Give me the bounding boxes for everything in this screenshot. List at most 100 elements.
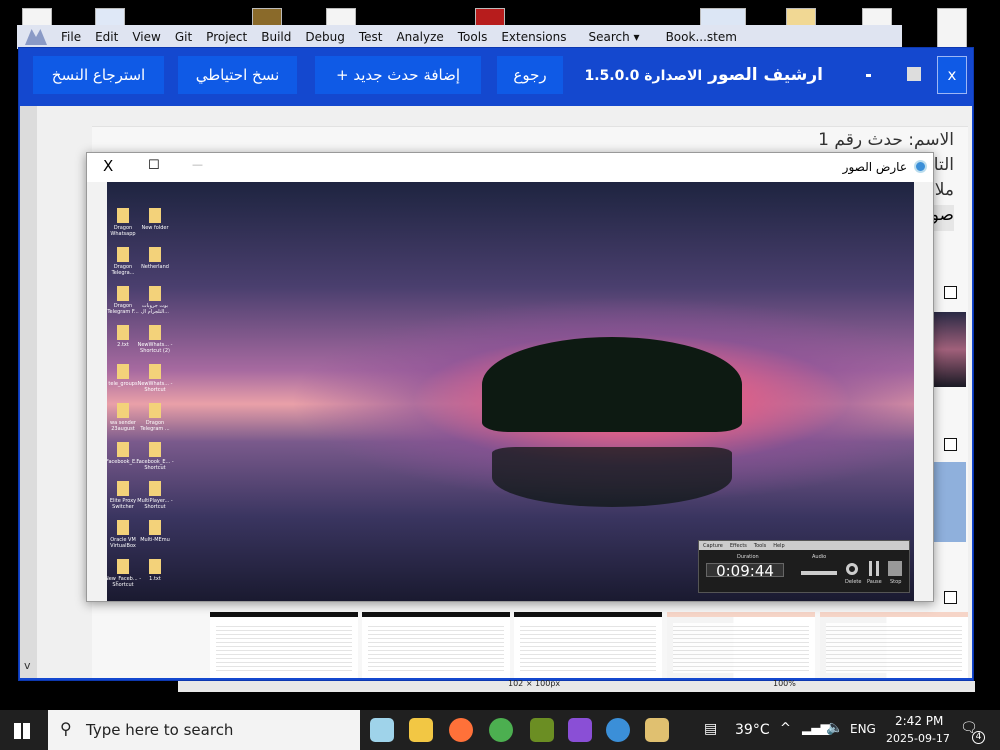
icon-label: NewWhats... - Shortcut: [137, 381, 173, 393]
photo-checkbox[interactable]: [944, 438, 957, 451]
photo-thumbnail[interactable]: [934, 312, 966, 387]
file-icon: [117, 247, 129, 262]
icon-label: بوت جروبات التلجرام ال...: [141, 303, 169, 315]
icon-label: Dragon Telegra...: [111, 264, 135, 276]
file-icon[interactable]: [937, 8, 967, 48]
vs-menu-analyze[interactable]: Analyze: [396, 30, 443, 44]
photo-strip-thumbnail[interactable]: [362, 612, 510, 678]
icon-label: Dragon Telegram ...: [140, 420, 170, 432]
vs-menu-test[interactable]: Test: [359, 30, 383, 44]
photo-strip-thumbnail[interactable]: [820, 612, 968, 678]
add-event-button[interactable]: + إضافة حدث جديد: [315, 56, 481, 94]
notepad-icon[interactable]: [370, 718, 394, 742]
maximize-button[interactable]: [907, 67, 921, 81]
pause-button[interactable]: Pause: [867, 579, 882, 585]
photo-strip-thumbnail[interactable]: [210, 612, 358, 678]
scroll-down-arrow[interactable]: v: [24, 659, 31, 672]
pause-icon[interactable]: [869, 561, 879, 576]
backup-button[interactable]: نسخ احتياطي: [178, 56, 297, 94]
icon-label: Dragon Telegram F...: [107, 303, 139, 315]
vs-menu-project[interactable]: Project: [206, 30, 247, 44]
firefox-icon[interactable]: [449, 718, 473, 742]
image-desktop-icon: MultiPlayer... - Shortcut: [135, 481, 175, 510]
vs-menu-extensions[interactable]: Extensions: [501, 30, 566, 44]
chrome-icon[interactable]: [489, 718, 513, 742]
stop-button[interactable]: Stop: [890, 579, 901, 585]
clock-date[interactable]: 2025-09-17: [886, 732, 950, 745]
viewer-app-icon: [914, 160, 927, 173]
delete-button[interactable]: Delete: [845, 579, 861, 585]
screen-recorder-widget: Capture Effects Tools Help Duration 0:09…: [698, 540, 910, 593]
vs-menu-edit[interactable]: Edit: [95, 30, 118, 44]
show-hidden-icons-chevron-icon[interactable]: ^: [780, 721, 791, 736]
photo-strip-thumbnail[interactable]: [514, 612, 662, 678]
vertical-scrollbar[interactable]: v: [20, 106, 37, 678]
file-icon: [117, 520, 129, 535]
minimize-button[interactable]: [866, 74, 871, 77]
event-date-label: التا: [933, 155, 954, 175]
vs-menu-view[interactable]: View: [132, 30, 160, 44]
viewer-maximize-button[interactable]: ☐: [148, 158, 160, 173]
image-viewer-window: X ☐ — عارض الصور This PCTelegramDataDrag…: [86, 152, 934, 602]
displayed-image: This PCTelegramDataDragon WhatsappNew fo…: [107, 182, 914, 601]
file-icon: [149, 442, 161, 457]
image-desktop-icon: Facebook_E... - Shortcut: [135, 442, 175, 471]
recorder-menu-tools[interactable]: Tools: [754, 543, 766, 549]
icon-label: Oracle VM VirtualBox: [110, 537, 136, 549]
recorder-menu-capture[interactable]: Capture: [703, 543, 723, 549]
viewer-close-button[interactable]: X: [103, 157, 113, 175]
photo-strip-thumbnail[interactable]: [667, 612, 815, 678]
search-placeholder: Type here to search: [86, 721, 234, 739]
photo-archive-app-icon[interactable]: [606, 718, 630, 742]
file-icon: [149, 403, 161, 418]
duration-value: 0:09:44: [706, 563, 784, 579]
vs-menu-tools[interactable]: Tools: [458, 30, 488, 44]
icon-label: New folder: [141, 225, 169, 231]
weather-temperature[interactable]: 39°C: [735, 722, 770, 738]
vs-menu-file[interactable]: File: [61, 30, 81, 44]
vs-search[interactable]: Search ▾: [589, 30, 640, 44]
vs-menu-git[interactable]: Git: [175, 30, 192, 44]
viewer-minimize-button[interactable]: —: [192, 158, 203, 171]
image-desktop-icon: NewWhats... - Shortcut: [135, 364, 175, 393]
icon-label: Multi-MEmu: [140, 537, 170, 543]
windows-start-icon[interactable]: [14, 723, 30, 739]
file-icon: [149, 520, 161, 535]
audio-label: Audio: [812, 554, 827, 560]
photo-checkbox[interactable]: [944, 591, 957, 604]
app-title: ارشيف الصور الاصدارة 1.5.0.0: [584, 65, 823, 85]
stop-icon[interactable]: [888, 561, 902, 576]
file-icon: [149, 247, 161, 262]
vs-menu-debug[interactable]: Debug: [305, 30, 344, 44]
tree-reflection: [492, 447, 732, 507]
snipping-tool-icon[interactable]: [530, 718, 554, 742]
taskbar-search-box[interactable]: ⚲ Type here to search: [48, 710, 360, 750]
clock-time[interactable]: 2:42 PM: [895, 714, 943, 728]
app-header: x ارشيف الصور الاصدارة 1.5.0.0 رجوع + إض…: [19, 48, 973, 106]
image-statusbar: 102 × 100px 100%: [178, 679, 975, 692]
restore-button[interactable]: استرجاع النسخ: [33, 56, 164, 94]
paint-icon[interactable]: [645, 718, 669, 742]
delete-icon[interactable]: [846, 563, 858, 575]
photo-thumbnail[interactable]: [934, 462, 966, 542]
photo-checkbox[interactable]: [944, 286, 957, 299]
close-button[interactable]: x: [937, 56, 967, 94]
viewer-titlebar: X ☐ — عارض الصور: [87, 153, 933, 182]
input-language[interactable]: ENG: [850, 722, 876, 736]
visual-studio-icon[interactable]: [568, 718, 592, 742]
back-button[interactable]: رجوع: [497, 56, 563, 94]
image-desktop-icon: 1.txt: [135, 559, 175, 582]
file-explorer-icon[interactable]: [409, 718, 433, 742]
vs-menu-build[interactable]: Build: [261, 30, 291, 44]
file-icon: [149, 364, 161, 379]
icon-label: MultiPlayer... - Shortcut: [137, 498, 173, 510]
icon-label: Elite Proxy Switcher: [109, 498, 137, 510]
file-icon: [117, 442, 129, 457]
file-icon: [117, 481, 129, 496]
recorder-menu-help[interactable]: Help: [773, 543, 784, 549]
volume-icon[interactable]: 🔈: [826, 720, 843, 736]
news-widget-icon[interactable]: ▤: [704, 721, 717, 737]
icon-label: Netherland: [141, 264, 169, 270]
recorder-menu-effects[interactable]: Effects: [730, 543, 747, 549]
file-icon: [149, 286, 161, 301]
